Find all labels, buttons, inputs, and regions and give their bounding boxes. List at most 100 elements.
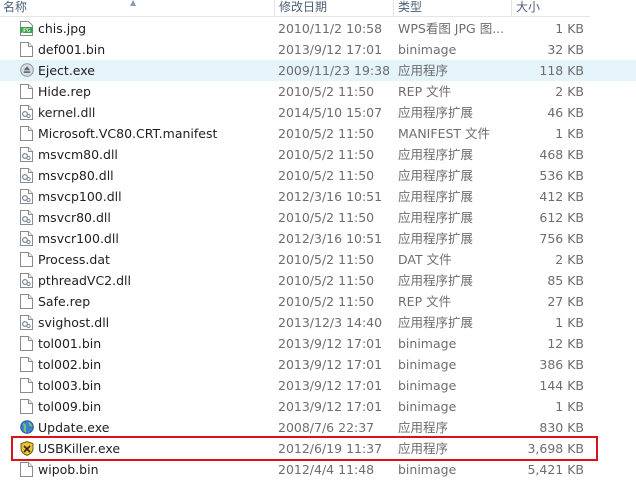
file-date: 2010/5/2 11:50 bbox=[278, 294, 375, 309]
file-name: svighost.dll bbox=[38, 315, 110, 330]
file-name: msvcr100.dll bbox=[38, 231, 119, 246]
file-row[interactable]: def001.bin 2013/9/12 17:01 binimage 32 KB bbox=[0, 39, 636, 60]
file-row[interactable]: kernel.dll 2014/5/10 15:07 应用程序扩展 46 KB bbox=[0, 102, 636, 123]
file-row[interactable]: JPG chis.jpg 2010/11/2 10:58 WPS看图 JPG 图...… bbox=[0, 18, 636, 39]
file-date: 2009/11/23 19:38 bbox=[278, 63, 391, 78]
file-name: msvcr80.dll bbox=[38, 210, 111, 225]
file-date: 2010/5/2 11:50 bbox=[278, 210, 375, 225]
file-size: 468 KB bbox=[539, 147, 584, 162]
file-date: 2014/5/10 15:07 bbox=[278, 105, 383, 120]
file-size: 144 KB bbox=[539, 378, 584, 393]
file-icon bbox=[20, 294, 33, 309]
file-type: DAT 文件 bbox=[398, 252, 452, 267]
file-date: 2013/9/12 17:01 bbox=[278, 357, 383, 372]
file-date: 2013/9/12 17:01 bbox=[278, 42, 383, 57]
file-date: 2013/9/12 17:01 bbox=[278, 378, 383, 393]
file-date: 2012/6/19 11:37 bbox=[278, 441, 383, 456]
file-icon bbox=[20, 357, 33, 372]
file-row[interactable]: svighost.dll 2013/12/3 14:40 应用程序扩展 1 KB bbox=[0, 312, 636, 333]
jpg-image-icon: JPG bbox=[20, 21, 33, 36]
file-name: tol001.bin bbox=[38, 336, 102, 351]
file-size: 118 KB bbox=[539, 63, 584, 78]
file-name: Microsoft.VC80.CRT.manifest bbox=[38, 126, 218, 141]
file-icon bbox=[20, 84, 33, 99]
file-date: 2010/5/2 11:50 bbox=[278, 147, 375, 162]
file-name: kernel.dll bbox=[38, 105, 96, 120]
file-type: 应用程序扩展 bbox=[398, 273, 474, 288]
file-date: 2010/5/2 11:50 bbox=[278, 84, 375, 99]
file-date: 2010/11/2 10:58 bbox=[278, 21, 383, 36]
dll-icon bbox=[20, 210, 33, 225]
file-row[interactable]: msvcr100.dll 2012/3/16 10:51 应用程序扩展 756 KB bbox=[0, 228, 636, 249]
file-icon bbox=[20, 42, 33, 57]
file-row[interactable]: Eject.exe 2009/11/23 19:38 应用程序 118 KB bbox=[0, 60, 636, 81]
file-row[interactable]: msvcm80.dll 2010/5/2 11:50 应用程序扩展 468 KB bbox=[0, 144, 636, 165]
globe-app-icon bbox=[20, 420, 34, 435]
file-size: 2 KB bbox=[555, 84, 584, 99]
file-size: 830 KB bbox=[539, 420, 584, 435]
column-header-name[interactable]: 名称 bbox=[0, 0, 275, 17]
dll-icon bbox=[20, 315, 33, 330]
file-type: 应用程序扩展 bbox=[398, 231, 474, 246]
file-type: binimage bbox=[398, 462, 457, 477]
file-row[interactable]: Process.dat 2010/5/2 11:50 DAT 文件 2 KB bbox=[0, 249, 636, 270]
file-row[interactable]: msvcp100.dll 2012/3/16 10:51 应用程序扩展 412 KB bbox=[0, 186, 636, 207]
file-icon bbox=[20, 378, 33, 393]
file-row[interactable]: USBKiller.exe 2012/6/19 11:37 应用程序 3,698 KB bbox=[0, 438, 636, 459]
file-size: 536 KB bbox=[539, 168, 584, 183]
file-date: 2013/9/12 17:01 bbox=[278, 399, 383, 414]
file-size: 85 KB bbox=[547, 273, 584, 288]
file-name: msvcp100.dll bbox=[38, 189, 122, 204]
file-date: 2012/4/4 11:48 bbox=[278, 462, 375, 477]
file-row[interactable]: Update.exe 2008/7/6 22:37 应用程序 830 KB bbox=[0, 417, 636, 438]
file-row[interactable]: Hide.rep 2010/5/2 11:50 REP 文件 2 KB bbox=[0, 81, 636, 102]
file-size: 2 KB bbox=[555, 252, 584, 267]
file-date: 2010/5/2 11:50 bbox=[278, 168, 375, 183]
file-size: 756 KB bbox=[539, 231, 584, 246]
file-row[interactable]: wipob.bin 2012/4/4 11:48 binimage 5,421 KB bbox=[0, 459, 636, 480]
file-icon bbox=[20, 399, 33, 414]
file-name: msvcm80.dll bbox=[38, 147, 118, 162]
dll-icon bbox=[20, 105, 33, 120]
file-name: def001.bin bbox=[38, 42, 106, 57]
file-size: 32 KB bbox=[547, 42, 584, 57]
file-type: binimage bbox=[398, 336, 457, 351]
column-header-date[interactable]: 修改日期 bbox=[275, 0, 394, 17]
file-icon bbox=[20, 252, 33, 267]
file-date: 2008/7/6 22:37 bbox=[278, 420, 375, 435]
file-date: 2010/5/2 11:50 bbox=[278, 126, 375, 141]
file-name: tol003.bin bbox=[38, 378, 102, 393]
file-type: binimage bbox=[398, 357, 457, 372]
file-type: 应用程序 bbox=[398, 63, 449, 78]
file-size: 5,421 KB bbox=[527, 462, 584, 477]
file-row[interactable]: msvcp80.dll 2010/5/2 11:50 应用程序扩展 536 KB bbox=[0, 165, 636, 186]
file-row[interactable]: tol001.bin 2013/9/12 17:01 binimage 12 KB bbox=[0, 333, 636, 354]
file-row[interactable]: Microsoft.VC80.CRT.manifest 2010/5/2 11:5… bbox=[0, 123, 636, 144]
file-size: 12 KB bbox=[547, 336, 584, 351]
file-date: 2013/9/12 17:01 bbox=[278, 336, 383, 351]
file-date: 2010/5/2 11:50 bbox=[278, 273, 375, 288]
file-name: USBKiller.exe bbox=[38, 441, 121, 456]
file-name: Update.exe bbox=[38, 420, 110, 435]
file-name: Eject.exe bbox=[38, 63, 95, 78]
column-header-type[interactable]: 类型 bbox=[394, 0, 512, 17]
file-type: MANIFEST 文件 bbox=[398, 126, 491, 141]
file-row[interactable]: tol003.bin 2013/9/12 17:01 binimage 144 KB bbox=[0, 375, 636, 396]
sort-ascending-icon: ▲ bbox=[130, 0, 137, 7]
svg-text:JPG: JPG bbox=[21, 28, 30, 34]
file-size: 1 KB bbox=[555, 21, 584, 36]
file-size: 412 KB bbox=[539, 189, 584, 204]
file-size: 27 KB bbox=[547, 294, 584, 309]
column-header-size[interactable]: 大小 bbox=[512, 0, 590, 17]
file-type: 应用程序扩展 bbox=[398, 168, 474, 183]
file-type: REP 文件 bbox=[398, 84, 452, 99]
file-row[interactable]: tol009.bin 2013/9/12 17:01 binimage 1 KB bbox=[0, 396, 636, 417]
file-type: 应用程序扩展 bbox=[398, 210, 474, 225]
file-row[interactable]: tol002.bin 2013/9/12 17:01 binimage 386 KB bbox=[0, 354, 636, 375]
file-list: JPG chis.jpg 2010/11/2 10:58 WPS看图 JPG 图...… bbox=[0, 18, 636, 480]
file-row[interactable]: msvcr80.dll 2010/5/2 11:50 应用程序扩展 612 KB bbox=[0, 207, 636, 228]
file-name: tol009.bin bbox=[38, 399, 102, 414]
file-row[interactable]: Safe.rep 2010/5/2 11:50 REP 文件 27 KB bbox=[0, 291, 636, 312]
file-name: Hide.rep bbox=[38, 84, 91, 99]
file-row[interactable]: pthreadVC2.dll 2010/5/2 11:50 应用程序扩展 85 KB bbox=[0, 270, 636, 291]
